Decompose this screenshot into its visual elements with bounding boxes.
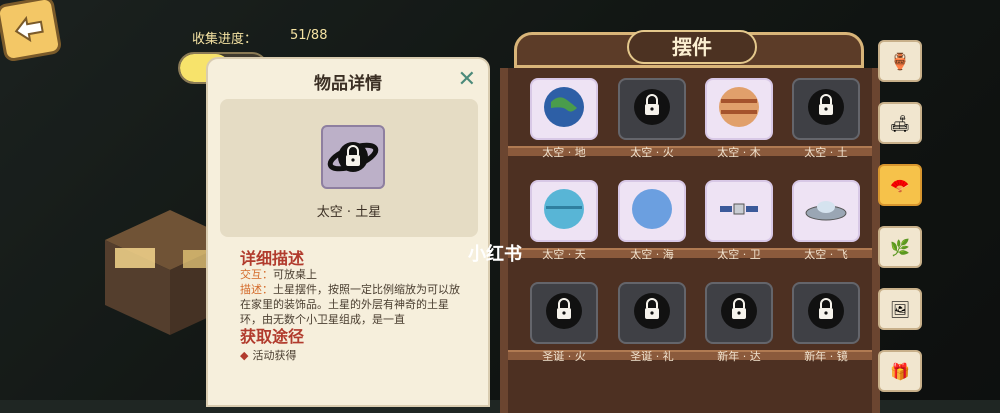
decor-slot[interactable] [530, 78, 598, 140]
interact-value: 可放桌上 [273, 268, 317, 281]
lock-icon [629, 288, 675, 338]
tab-vase[interactable]: 🏺 [878, 40, 922, 82]
watermark: 小红书 [468, 244, 522, 265]
item-preview: 太空 · 土星 [220, 99, 478, 237]
cabinet-body: 太空 · 地 太空 · 火 太空 · 木 太空 · 土太空 · 天 太空 · 海 太空 ·… [500, 68, 880, 413]
decor-slot[interactable] [792, 78, 860, 140]
back-button[interactable] [0, 0, 63, 63]
interact-line: 交互：可放桌上 [240, 267, 468, 282]
decor-slot[interactable] [530, 282, 598, 344]
lock-icon [321, 125, 385, 189]
lock-icon [803, 288, 849, 338]
description-heading: 详细描述 [240, 249, 305, 268]
uranus-icon [541, 186, 587, 236]
satellite-icon [716, 186, 762, 236]
decor-slot-label: 圣诞 · 礼 [630, 350, 674, 363]
description-value: 土星摆件，按照一定比例缩放为可以放在家里的装饰品。土星的外层有神奇的土星环，由无… [240, 283, 460, 326]
decor-slot-label: 太空 · 飞 [804, 248, 848, 261]
decor-cabinet: 摆件 太空 · 地太空 · 火太空 · 木太空 · 土太空 · 天太空 · 海太… [492, 30, 912, 413]
tab-plant[interactable]: 🌿 [878, 226, 922, 268]
tab-frame[interactable]: 🖼 [878, 288, 922, 330]
decor-slot-label: 太空 · 火 [630, 146, 674, 159]
decor-slot[interactable] [618, 78, 686, 140]
plant-icon: 🌿 [890, 237, 910, 257]
frame-icon: 🖼 [889, 299, 911, 319]
close-icon[interactable]: ✕ [458, 67, 476, 92]
decor-slot[interactable] [705, 180, 773, 242]
obtain-line: ◆ 活动获得 [240, 347, 296, 363]
fan-icon: 🪭 [890, 175, 910, 195]
obtain-heading: 获取途径 [240, 327, 305, 346]
decor-slot-label: 太空 · 天 [542, 248, 586, 261]
jupiter-icon [716, 84, 762, 134]
interact-key: 交互： [240, 268, 273, 281]
category-tab-rail: 🏺 🛋 🪭 🌿 🖼 🎁 [878, 40, 924, 400]
tab-sofa[interactable]: 🛋 [878, 102, 922, 144]
tab-ornament[interactable]: 🪭 [878, 164, 922, 206]
decor-slot-label: 太空 · 卫 [717, 248, 761, 261]
decor-slot[interactable] [530, 180, 598, 242]
vase-icon: 🏺 [890, 51, 910, 71]
decor-slot[interactable] [705, 282, 773, 344]
decor-slot-label: 圣诞 · 火 [542, 350, 586, 363]
neptune-icon [629, 186, 675, 236]
tab-gift[interactable]: 🎁 [878, 350, 922, 392]
back-arrow-icon [14, 15, 44, 43]
decor-slot[interactable] [618, 282, 686, 344]
earth-icon [541, 84, 587, 134]
description-line: 描述：土星摆件，按照一定比例缩放为可以放在家里的装饰品。土星的外层有神奇的土星环… [240, 282, 468, 327]
lock-icon [716, 288, 762, 338]
obtain-method: 活动获得 [252, 349, 297, 362]
decor-slot-label: 新年 · 达 [717, 350, 761, 363]
lock-icon [803, 84, 849, 134]
item-detail-panel: 物品详情 ✕ 太空 · 土星 详细描述 交互：可放桌上 描述：土星摆件，按照一定… [206, 57, 490, 407]
collect-progress-label: 收集进度： [192, 32, 258, 47]
diamond-icon: ◆ [240, 349, 249, 362]
decor-slot[interactable] [792, 180, 860, 242]
detail-title: 物品详情 [314, 74, 382, 94]
item-name: 太空 · 土星 [316, 205, 382, 220]
decor-slot-label: 太空 · 海 [630, 248, 674, 261]
lock-icon [541, 288, 587, 338]
decor-slot[interactable] [705, 78, 773, 140]
collect-progress-count: 51/88 [290, 28, 328, 43]
cabinet-title: 摆件 [627, 30, 757, 64]
lock-icon [629, 84, 675, 134]
decor-slot[interactable] [618, 180, 686, 242]
decor-slot-label: 太空 · 地 [542, 146, 586, 159]
gift-icon: 🎁 [890, 361, 910, 381]
sofa-icon: 🛋 [889, 113, 911, 133]
decor-slot[interactable] [792, 282, 860, 344]
ufo-icon [803, 186, 849, 236]
decor-slot-label: 太空 · 土 [804, 146, 848, 159]
decor-slot-label: 新年 · 镜 [804, 350, 848, 363]
description-key: 描述： [240, 283, 273, 296]
decor-slot-label: 太空 · 木 [717, 146, 761, 159]
